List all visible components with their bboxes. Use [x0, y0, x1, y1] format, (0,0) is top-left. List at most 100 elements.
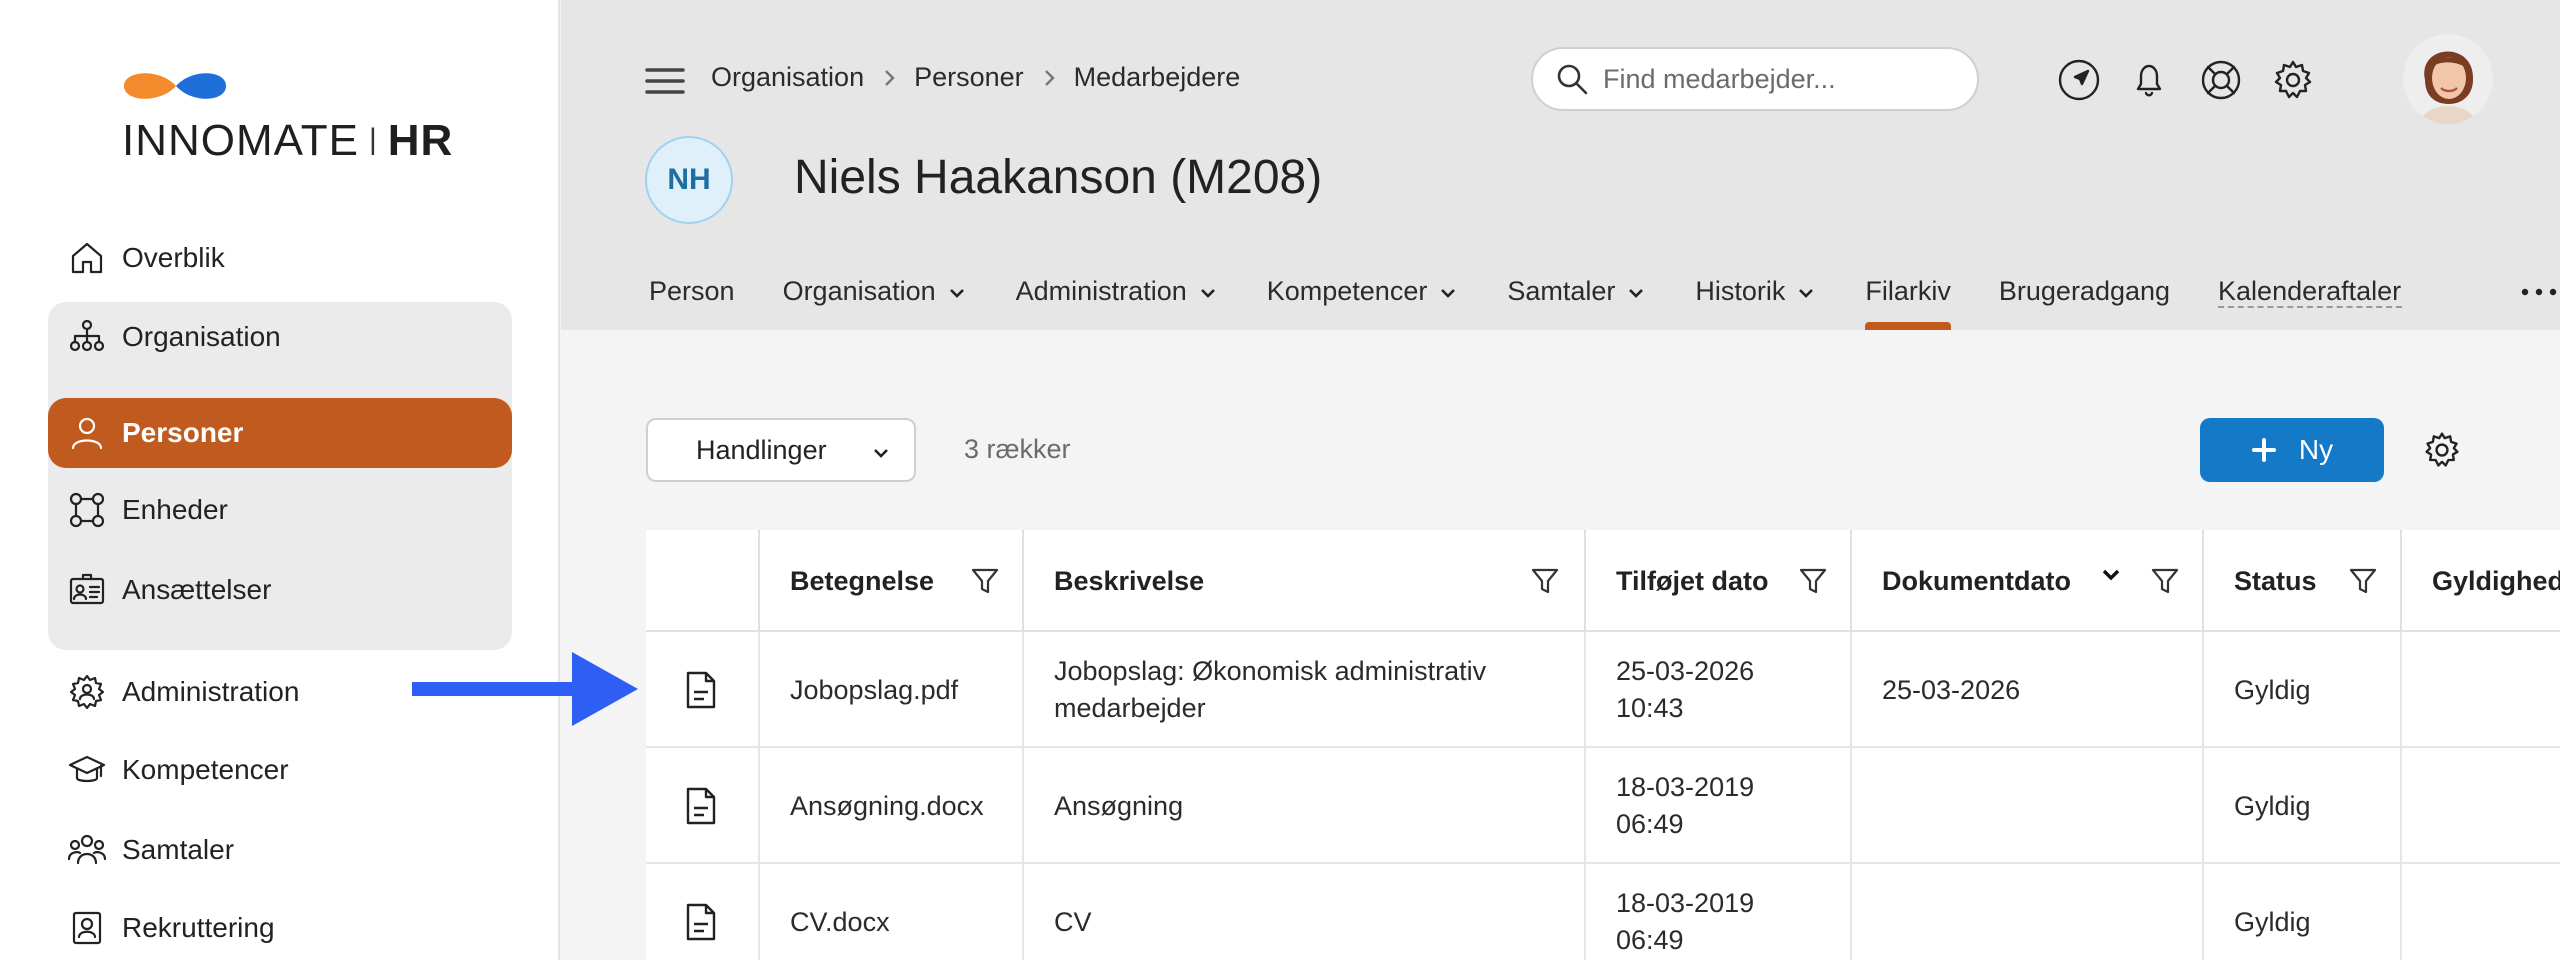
filter-icon[interactable]: [1798, 566, 1828, 596]
filter-icon[interactable]: [2348, 566, 2378, 596]
file-type-cell: [646, 748, 760, 864]
column-header-status[interactable]: Status: [2204, 530, 2402, 632]
sidebar-item-kompetencer[interactable]: Kompetencer: [48, 735, 512, 805]
cell-status: Gyldig: [2204, 864, 2402, 960]
navigate-icon[interactable]: [2057, 58, 2101, 102]
annotation-arrow-icon: [412, 652, 638, 726]
table-row[interactable]: Jobopslag.pdf Jobopslag: Økonomisk admin…: [646, 632, 2560, 748]
table-row[interactable]: Ansøgning.docx Ansøgning 18-03-2019 06:49…: [646, 748, 2560, 864]
search-icon: [1557, 64, 1588, 95]
employee-tabs: Person Organisation Administration Kompe…: [649, 268, 2403, 330]
id-card-icon: [68, 571, 106, 609]
table-header: Betegnelse Beskrivelse Tilføjet dato Dok…: [646, 530, 2560, 632]
breadcrumb: Organisation Personer Medarbejdere: [711, 62, 1240, 93]
lifebuoy-icon[interactable]: [2199, 58, 2243, 102]
employee-name-title: Niels Haakanson (M208): [794, 151, 1323, 204]
chevron-down-icon: [1629, 289, 1644, 298]
new-file-button[interactable]: Ny: [2200, 418, 2384, 482]
filter-icon[interactable]: [970, 566, 1000, 596]
graduation-cap-icon: [68, 751, 106, 789]
sort-descending-icon[interactable]: [2100, 564, 2122, 586]
sidebar-item-samtaler[interactable]: Samtaler: [48, 815, 512, 885]
actions-label: Handlinger: [696, 434, 827, 465]
cell-status: Gyldig: [2204, 632, 2402, 748]
document-icon: [686, 787, 716, 825]
document-icon: [686, 671, 716, 709]
bell-icon[interactable]: [2127, 58, 2171, 102]
sidebar-item-label: Kompetencer: [122, 754, 289, 785]
cell-dokumentdato: [1852, 864, 2204, 960]
cell-betegnelse[interactable]: Ansøgning.docx: [760, 748, 1024, 864]
gear-icon[interactable]: [2271, 58, 2315, 102]
sidebar-item-organisation[interactable]: Organisation: [48, 302, 512, 372]
column-header-gyldighed[interactable]: Gyldighed: [2402, 530, 2560, 632]
cell-gyldighed: [2402, 864, 2560, 960]
chevron-down-icon: [874, 449, 888, 458]
home-icon: [68, 239, 106, 277]
file-type-cell: [646, 864, 760, 960]
sidebar-item-ansaettelser[interactable]: Ansættelser: [48, 555, 512, 625]
tab-filarkiv[interactable]: Filarkiv: [1865, 268, 1951, 330]
innomate-logo[interactable]: INNOMATE | HR: [120, 62, 452, 172]
org-chart-icon: [68, 318, 106, 356]
breadcrumb-item-organisation[interactable]: Organisation: [711, 62, 864, 93]
cell-betegnelse[interactable]: CV.docx: [760, 864, 1024, 960]
sidebar-item-rekruttering[interactable]: Rekruttering: [48, 893, 512, 960]
search-input[interactable]: [1603, 63, 1963, 95]
column-header-tilfoejet-dato[interactable]: Tilføjet dato: [1586, 530, 1852, 632]
cell-dokumentdato: 25-03-2026: [1852, 632, 2204, 748]
sidebar-item-label: Enheder: [122, 494, 228, 525]
sidebar-item-label: Samtaler: [122, 834, 235, 865]
tab-brugeradgang[interactable]: Brugeradgang: [1999, 268, 2170, 330]
sidebar-item-personer[interactable]: Personer: [48, 398, 512, 468]
filter-icon[interactable]: [2150, 566, 2180, 596]
more-tabs-icon[interactable]: [2519, 282, 2559, 302]
column-header-betegnelse[interactable]: Betegnelse: [760, 530, 1024, 632]
sidebar-item-label: Administration: [122, 676, 300, 707]
sidebar-item-enheder[interactable]: Enheder: [48, 475, 512, 545]
breadcrumb-item-personer[interactable]: Personer: [914, 62, 1024, 93]
plus-icon: [2251, 438, 2276, 462]
new-button-label: Ny: [2298, 434, 2334, 465]
chevron-down-icon: [949, 289, 964, 298]
cell-gyldighed: [2402, 748, 2560, 864]
document-icon: [686, 903, 716, 941]
sidebar-item-overblik[interactable]: Overblik: [48, 223, 512, 293]
column-header-dokumentdato[interactable]: Dokumentdato: [1852, 530, 2204, 632]
cell-dokumentdato: [1852, 748, 2204, 864]
tab-organisation[interactable]: Organisation: [783, 268, 968, 330]
people-icon: [67, 831, 107, 869]
gear-person-icon: [68, 673, 106, 711]
table-settings-gear-icon[interactable]: [2422, 430, 2462, 470]
chevron-right-icon: [1044, 69, 1055, 86]
hamburger-menu-icon[interactable]: [645, 66, 685, 96]
cell-beskrivelse: CV: [1024, 864, 1586, 960]
breadcrumb-item-medarbejdere: Medarbejdere: [1073, 62, 1241, 92]
user-avatar[interactable]: [2403, 34, 2493, 124]
chevron-right-icon: [885, 69, 895, 86]
cell-beskrivelse: Jobopslag: Økonomisk administrativ medar…: [1024, 632, 1586, 748]
column-header-beskrivelse[interactable]: Beskrivelse: [1024, 530, 1586, 632]
tab-administration[interactable]: Administration: [1016, 268, 1219, 330]
filter-icon[interactable]: [1530, 566, 1560, 596]
chevron-down-icon: [1441, 289, 1456, 298]
person-icon: [68, 414, 106, 452]
cell-status: Gyldig: [2204, 748, 2402, 864]
files-table: Betegnelse Beskrivelse Tilføjet dato Dok…: [646, 530, 2560, 960]
tab-person[interactable]: Person: [649, 268, 735, 330]
column-header-icon: [646, 530, 760, 632]
chevron-down-icon: [1200, 289, 1215, 298]
sidebar-item-label: Personer: [122, 417, 244, 448]
tab-historik[interactable]: Historik: [1695, 268, 1817, 330]
tab-samtaler[interactable]: Samtaler: [1507, 268, 1647, 330]
employee-search[interactable]: [1531, 47, 1979, 111]
cell-betegnelse[interactable]: Jobopslag.pdf: [760, 632, 1024, 748]
tab-kalenderaftaler[interactable]: Kalenderaftaler: [2218, 268, 2403, 308]
chevron-down-icon: [1799, 289, 1814, 298]
row-count: 3 rækker: [964, 434, 1071, 464]
tab-kompetencer[interactable]: Kompetencer: [1267, 268, 1460, 330]
badge-icon: [68, 909, 106, 947]
table-row[interactable]: CV.docx CV 18-03-2019 06:49 Gyldig: [646, 864, 2560, 960]
sidebar: INNOMATE | HR Overblik Organisation Person…: [0, 0, 560, 960]
actions-dropdown-button[interactable]: Handlinger: [646, 418, 916, 482]
